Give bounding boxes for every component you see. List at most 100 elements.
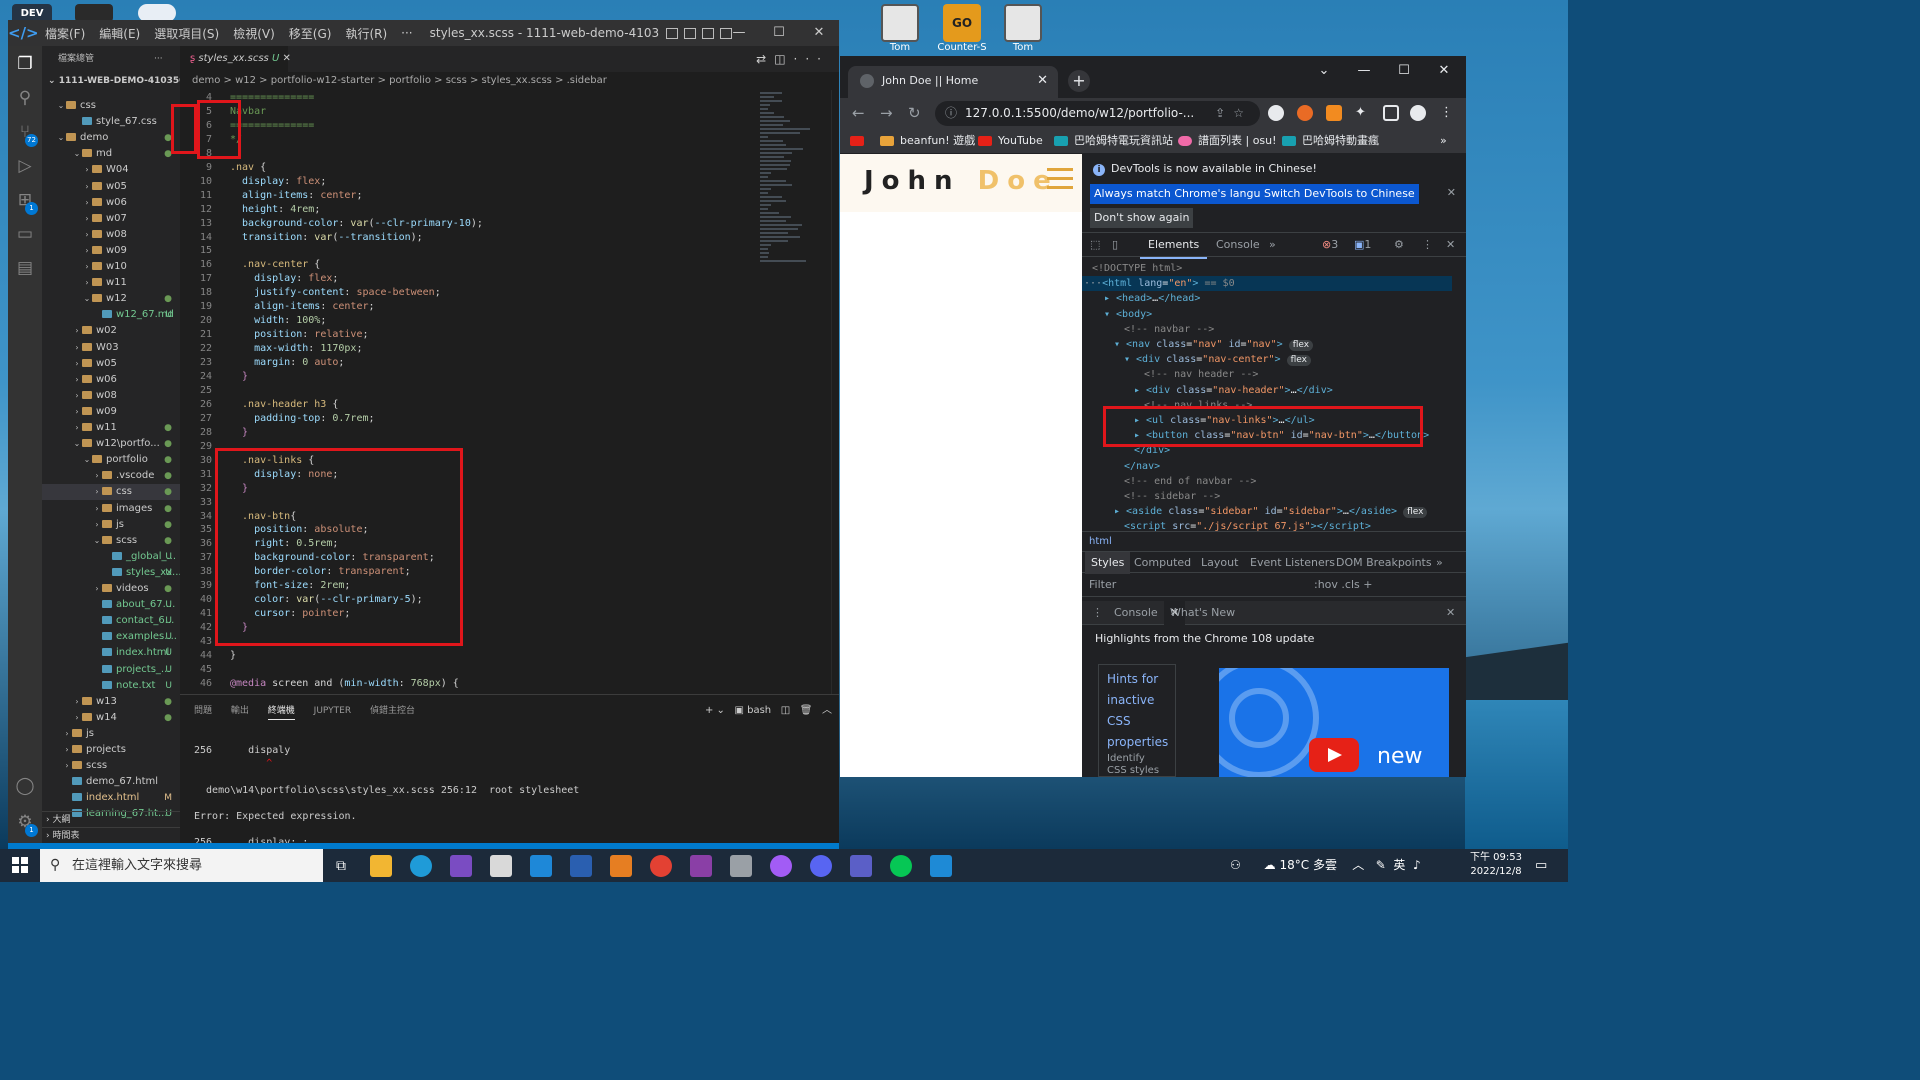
dom-node[interactable]: <!-- nav header -->	[1082, 367, 1452, 382]
menu-view[interactable]: 檢視(V)	[226, 25, 282, 42]
drawer-menu-icon[interactable]: ⋮	[1092, 601, 1103, 625]
dom-node[interactable]: ▾ <body>	[1082, 307, 1452, 322]
chrome-icon[interactable]	[650, 855, 672, 877]
pen-icon[interactable]: ✎	[1376, 858, 1386, 872]
code-line[interactable]: 24 }	[180, 370, 760, 384]
close-button[interactable]: ✕	[799, 20, 839, 46]
file-tree-item[interactable]: ⌄ w12 ●	[42, 291, 180, 307]
file-tree-item[interactable]: › W04	[42, 162, 180, 178]
file-tree-item[interactable]: w12_67.md U	[42, 307, 180, 323]
extension-icon-2[interactable]	[1297, 105, 1313, 121]
file-tree-item[interactable]: › css ●	[42, 484, 180, 501]
code-line[interactable]: 28 }	[180, 426, 760, 440]
new-terminal-icon[interactable]: + ⌄	[705, 705, 725, 716]
split-editor-icon[interactable]: ◫	[774, 52, 793, 66]
file-explorer-icon[interactable]	[370, 855, 392, 877]
tab-jupyter[interactable]: JUPYTER	[314, 706, 351, 716]
file-tree-item[interactable]: › w07	[42, 211, 180, 227]
tab-terminal[interactable]: 終端機	[267, 706, 295, 720]
dom-node[interactable]: <!-- end of navbar -->	[1082, 474, 1452, 489]
onenote-icon[interactable]	[690, 855, 712, 877]
whats-new-card[interactable]: Hints for inactive CSS properties Identi…	[1098, 664, 1176, 777]
file-tree-item[interactable]: › w13 ●	[42, 694, 180, 710]
bookmark-gamer[interactable]: 巴哈姆特電玩資訊站	[1054, 128, 1173, 154]
notice-close-icon[interactable]: ✕	[1447, 186, 1456, 199]
tab-problems[interactable]: 問題	[194, 706, 212, 716]
tray-overflow-icon[interactable]: ︿	[1352, 858, 1364, 872]
accounts-icon[interactable]: ◯	[15, 776, 35, 796]
site-info-icon[interactable]: ⓘ	[945, 101, 957, 126]
code-line[interactable]: 44}	[180, 649, 760, 663]
code-line[interactable]: 6 ==============	[180, 119, 760, 133]
card-title[interactable]: Hints for inactive CSS properties	[1107, 669, 1168, 753]
discord-icon[interactable]	[810, 855, 832, 877]
tab-close-icon[interactable]: ✕	[1037, 66, 1048, 96]
ime-indicator[interactable]: 英	[1393, 858, 1405, 872]
close-button[interactable]: ✕	[1424, 56, 1464, 86]
word-icon[interactable]	[570, 855, 592, 877]
code-line[interactable]: 27 padding-top: 0.7rem;	[180, 412, 760, 426]
visual-studio-icon[interactable]	[450, 855, 472, 877]
menu-more[interactable]: ···	[394, 26, 419, 40]
file-tree-item[interactable]: index.html U	[42, 645, 180, 661]
drawer-tab-console[interactable]: Console	[1114, 601, 1158, 625]
desktop-icon-counter-strike[interactable]: GO Counter-S	[937, 4, 987, 53]
file-tree-item[interactable]: ⌄ md ●	[42, 146, 180, 162]
dom-node[interactable]: ▸ <div class="nav-header">…</div>	[1082, 383, 1452, 398]
notifications-icon[interactable]: ▭	[1535, 855, 1557, 877]
file-tree-item[interactable]: examples.... U	[42, 629, 180, 645]
store-icon[interactable]	[490, 855, 512, 877]
new-tab-button[interactable]: +	[1068, 70, 1090, 92]
code-line[interactable]: 21 position: relative;	[180, 328, 760, 342]
code-line[interactable]: 15	[180, 244, 760, 258]
tabs-overflow-icon[interactable]: »	[1269, 233, 1276, 257]
menu-edit[interactable]: 編輯(E)	[92, 25, 147, 42]
code-line[interactable]: 16 .nav-center {	[180, 258, 760, 272]
menu-file[interactable]: 檔案(F)	[38, 25, 92, 42]
code-line[interactable]: 46 @media screen and (min-width: 768px) {	[180, 677, 760, 691]
code-line[interactable]: 13 background-color: var(--clr-primary-1…	[180, 217, 760, 231]
search-icon[interactable]: ⚲	[15, 88, 35, 108]
hamburger-menu-icon[interactable]	[1047, 168, 1073, 192]
windows-start-icon[interactable]	[12, 857, 28, 873]
editor-more-icon[interactable]: ···	[794, 52, 829, 66]
file-tree-item[interactable]: styles_xx... U	[42, 565, 180, 581]
vscode-taskbar-icon[interactable]	[930, 855, 952, 877]
compare-icon[interactable]: ⇄	[756, 52, 774, 66]
run-debug-icon[interactable]: ▷	[15, 156, 35, 176]
minimize-button[interactable]: —	[719, 20, 759, 46]
teams-icon[interactable]	[850, 855, 872, 877]
file-tree-item[interactable]: demo_67.html	[42, 774, 180, 790]
media-player-icon[interactable]	[610, 855, 632, 877]
toggle-sidebar-icon[interactable]	[665, 27, 678, 39]
forward-icon[interactable]: →	[880, 98, 893, 128]
file-tree-item[interactable]: › w14 ●	[42, 710, 180, 726]
file-tree-item[interactable]: › w11 ●	[42, 420, 180, 436]
file-tree-item[interactable]: › w11	[42, 275, 180, 291]
file-tree-item[interactable]: ⌄ portfolio ●	[42, 452, 180, 468]
file-tree-item[interactable]: › scss	[42, 758, 180, 774]
people-icon[interactable]: ⚇	[1230, 858, 1241, 872]
reload-icon[interactable]: ↻	[908, 98, 921, 128]
bookmark-osu[interactable]: 譜面列表 | osu!	[1178, 128, 1277, 154]
code-line[interactable]: 26 .nav-header h3 {	[180, 398, 760, 412]
dom-node[interactable]: ···<html lang="en"> == $0	[1082, 276, 1452, 292]
file-tree-item[interactable]: › w08	[42, 227, 180, 243]
code-line[interactable]: 19 align-items: center;	[180, 300, 760, 314]
dom-node[interactable]: <!-- sidebar -->	[1082, 489, 1452, 504]
inspect-element-icon[interactable]: ⬚	[1090, 233, 1100, 257]
minimap[interactable]	[760, 90, 830, 300]
menu-go[interactable]: 移至(G)	[282, 25, 339, 42]
file-tree-item[interactable]: ⌄ scss ●	[42, 533, 180, 549]
tab-dom-breakpoints[interactable]: DOM Breakpoints	[1336, 552, 1432, 574]
tab-search-icon[interactable]: ⌄	[1304, 56, 1344, 86]
extension-icon-3[interactable]	[1326, 105, 1342, 121]
tab-elements[interactable]: Elements	[1140, 233, 1208, 259]
menu-run[interactable]: 執行(R)	[338, 25, 394, 42]
file-tree-item[interactable]: › w06	[42, 195, 180, 211]
side-panel-icon[interactable]	[1383, 105, 1399, 121]
youtube-play-icon[interactable]	[1309, 738, 1359, 772]
devtools-menu-icon[interactable]: ⋮	[1422, 233, 1433, 257]
code-line[interactable]: 23 margin: 0 auto;	[180, 356, 760, 370]
file-tree-item[interactable]: › w09	[42, 404, 180, 420]
